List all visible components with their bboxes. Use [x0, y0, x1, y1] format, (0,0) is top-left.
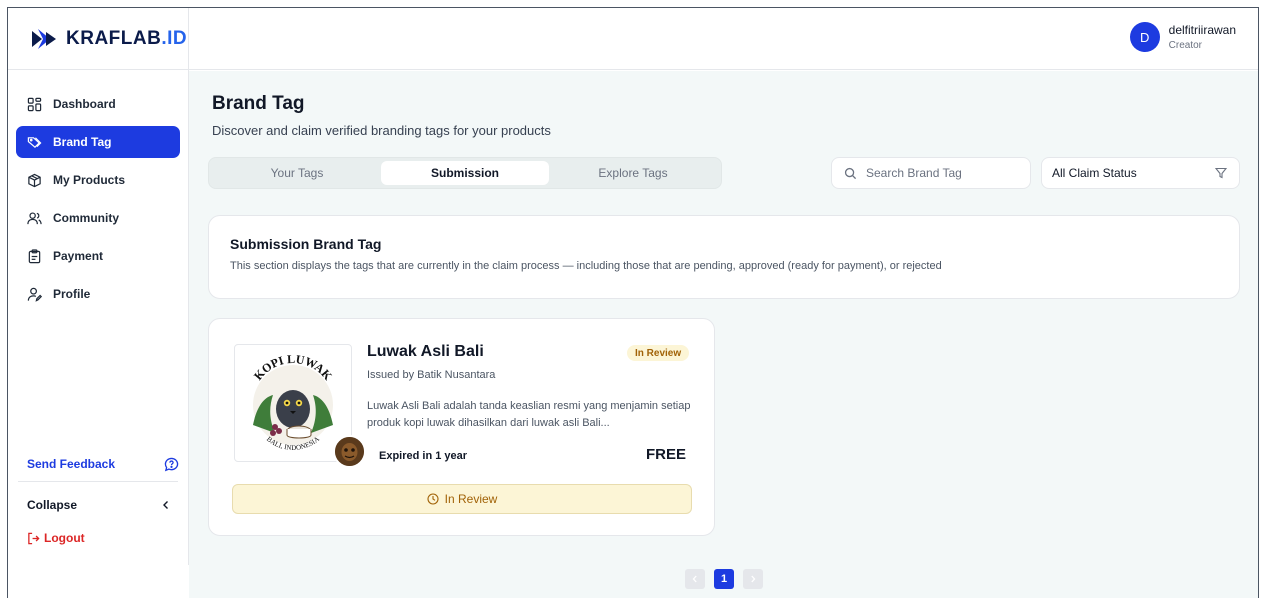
brand-tag-description: Luwak Asli Bali adalah tanda keaslian re… — [367, 400, 691, 429]
search-icon — [844, 167, 857, 179]
claim-status-selected: All Claim Status — [1052, 166, 1137, 180]
issuer-mask-icon — [335, 437, 364, 466]
tag-icon — [27, 136, 42, 148]
info-title: Submission Brand Tag — [230, 236, 382, 252]
send-feedback-button[interactable]: Send Feedback — [8, 446, 189, 482]
info-description: This section displays the tags that are … — [230, 260, 942, 272]
chevron-left-icon — [163, 501, 168, 509]
avatar: D — [1129, 22, 1160, 52]
sidebar-item-brand-tag[interactable]: Brand Tag — [16, 126, 180, 158]
user-role: Creator — [1168, 40, 1202, 51]
collapse-button[interactable]: Collapse — [8, 493, 189, 517]
box-icon — [28, 173, 41, 187]
clipboard-icon — [28, 248, 41, 263]
app-window: KRAFLAB.ID Dashboard Brand Tag My Produc… — [7, 7, 1259, 598]
claim-status-filter[interactable]: All Claim Status — [1041, 157, 1240, 189]
tab-your-tags[interactable]: Your Tags — [213, 161, 381, 185]
sidebar-item-label: Dashboard — [53, 97, 116, 111]
tab-explore-tags[interactable]: Explore Tags — [549, 161, 717, 185]
user-menu[interactable]: D delfitriirawan Creator — [1129, 22, 1236, 52]
sidebar: KRAFLAB.ID Dashboard Brand Tag My Produc… — [8, 8, 189, 565]
sidebar-item-label: Payment — [53, 249, 104, 263]
logout-icon — [28, 532, 40, 544]
search-input[interactable] — [866, 166, 1026, 180]
sidebar-item-profile[interactable]: Profile — [16, 278, 180, 310]
sidebar-item-payment[interactable]: Payment — [16, 240, 180, 272]
page-1-button[interactable]: 1 — [714, 569, 734, 589]
logout-button[interactable]: Logout — [27, 531, 85, 545]
sidebar-item-label: Profile — [53, 287, 91, 301]
prev-page-button[interactable] — [685, 569, 705, 589]
top-header: D delfitriirawan Creator — [189, 8, 1258, 70]
review-status-label: In Review — [444, 492, 498, 506]
main-content: Brand Tag Discover and claim verified br… — [189, 71, 1258, 598]
dashboard-icon — [27, 97, 42, 111]
sidebar-item-label: Community — [53, 211, 119, 225]
price: FREE — [645, 446, 686, 463]
issuer-avatar — [333, 435, 366, 468]
sidebar-item-label: My Products — [53, 173, 126, 187]
sidebar-item-label: Brand Tag — [53, 135, 112, 149]
logout-label: Logout — [44, 531, 85, 545]
page-title: Brand Tag — [212, 93, 305, 114]
page-subtitle: Discover and claim verified branding tag… — [212, 123, 551, 138]
collapse-label: Collapse — [27, 498, 78, 512]
sidebar-nav: Dashboard Brand Tag My Products Communit… — [8, 70, 188, 310]
kraflab-logo-icon — [32, 28, 56, 49]
brand-tag-card[interactable]: KOPI LUWAK BALI, INDONESIA Luwak Asli Ba… — [208, 318, 715, 536]
brand-logo[interactable]: KRAFLAB.ID — [8, 8, 188, 70]
expiry-text: Expired in 1 year — [379, 450, 468, 462]
user-edit-icon — [27, 287, 42, 302]
review-status-bar[interactable]: In Review — [232, 484, 692, 514]
user-info: delfitriirawan Creator — [1169, 23, 1236, 51]
filter-icon — [1215, 167, 1227, 179]
tab-bar: Your Tags Submission Explore Tags — [208, 157, 722, 189]
tab-submission[interactable]: Submission — [381, 161, 549, 185]
clock-icon — [427, 493, 439, 505]
chevron-left-icon — [692, 575, 697, 583]
chevron-right-icon — [751, 575, 756, 583]
sidebar-item-community[interactable]: Community — [16, 202, 180, 234]
submission-info-card: Submission Brand Tag This section displa… — [208, 215, 1240, 299]
pagination: 1 — [685, 569, 763, 589]
status-badge: In Review — [627, 345, 690, 361]
sidebar-item-my-products[interactable]: My Products — [16, 164, 180, 196]
brand-tag-name: Luwak Asli Bali — [367, 343, 484, 360]
user-name: delfitriirawan — [1168, 23, 1236, 37]
sidebar-divider — [18, 481, 178, 482]
feedback-icon — [164, 457, 179, 471]
next-page-button[interactable] — [743, 569, 763, 589]
issued-by: Issued by Batik Nusantara — [367, 369, 496, 381]
search-box[interactable] — [831, 157, 1031, 189]
users-icon — [27, 211, 42, 224]
sidebar-item-dashboard[interactable]: Dashboard — [16, 88, 180, 120]
brand-logo-text: KRAFLAB.ID — [66, 27, 188, 49]
send-feedback-label: Send Feedback — [27, 457, 116, 471]
